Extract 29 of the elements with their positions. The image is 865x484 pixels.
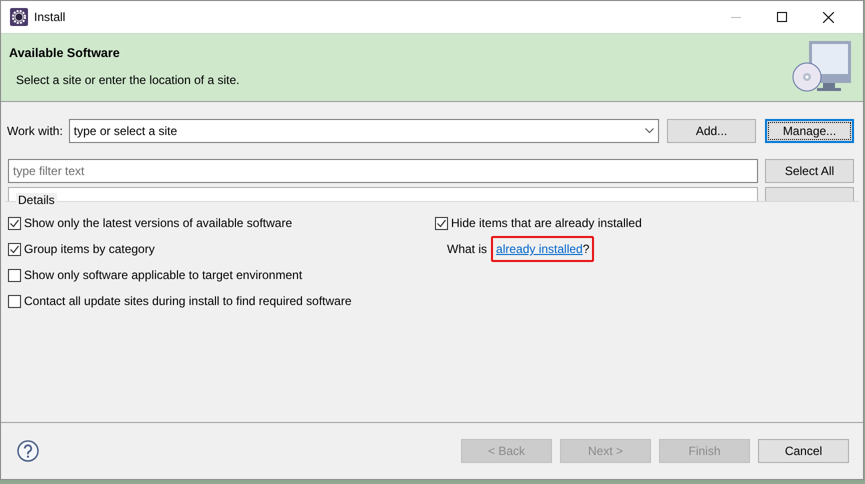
option-label: Show only software applicable to target environment xyxy=(24,267,302,284)
work-with-label: Work with: xyxy=(7,123,63,140)
checkbox[interactable] xyxy=(435,216,448,230)
option-label: Show only the latest versions of available software xyxy=(24,215,292,232)
dropdown-caret-icon xyxy=(645,128,654,134)
checkbox[interactable] xyxy=(8,216,21,230)
details-legend: Details xyxy=(16,193,57,207)
checkbox[interactable] xyxy=(8,242,21,256)
option-label: Group items by category xyxy=(24,241,155,258)
filter-field[interactable]: type filter text xyxy=(8,159,758,183)
question-mark: ? xyxy=(582,241,590,258)
checkbox[interactable] xyxy=(8,268,21,282)
cancel-button[interactable]: Cancel xyxy=(758,439,849,463)
help-icon[interactable] xyxy=(17,440,39,462)
option-label: Contact all update sites during install to find required software xyxy=(24,293,352,310)
select-all-button[interactable]: Select All xyxy=(765,159,854,183)
already-installed-link[interactable]: already installed xyxy=(496,240,583,258)
add-button[interactable]: Add... xyxy=(667,119,756,143)
banner-title: Available Software xyxy=(9,45,121,62)
checkbox[interactable] xyxy=(8,294,21,308)
option-label: Hide items that are already installed xyxy=(451,215,642,232)
app-gear-icon xyxy=(10,8,28,26)
close-icon[interactable] xyxy=(822,12,834,22)
what-is-label: What is xyxy=(447,241,488,258)
site-combo-box[interactable]: type or select a site xyxy=(68,119,659,143)
banner-description: Select a site or enter the location of a site. xyxy=(16,72,240,89)
window-title: Install xyxy=(34,9,66,26)
manage-button[interactable]: Manage... xyxy=(765,119,854,143)
maximize-icon[interactable] xyxy=(777,12,787,22)
